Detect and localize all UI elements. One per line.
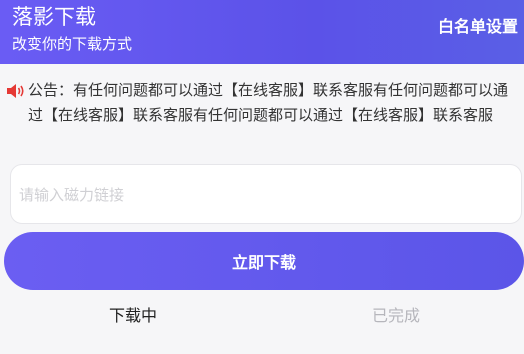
speaker-icon: [7, 84, 24, 98]
announcement-text: 公告：有任何问题都可以通过【在线客服】联系客服有任何问题都可以通过【在线客服】联…: [28, 81, 509, 124]
download-now-button[interactable]: 立即下载: [4, 232, 524, 290]
whitelist-settings-button[interactable]: 白名单设置: [438, 16, 518, 38]
app-subtitle: 改变你的下载方式: [12, 35, 133, 53]
magnet-link-input[interactable]: [17, 165, 517, 225]
magnet-input-container: [10, 164, 522, 225]
app-title: 落影下载: [12, 5, 96, 29]
tab-completed[interactable]: 已完成: [372, 305, 420, 327]
app-header: 落影下载 改变你的下载方式 白名单设置: [0, 0, 524, 64]
tab-downloading[interactable]: 下载中: [109, 305, 157, 327]
